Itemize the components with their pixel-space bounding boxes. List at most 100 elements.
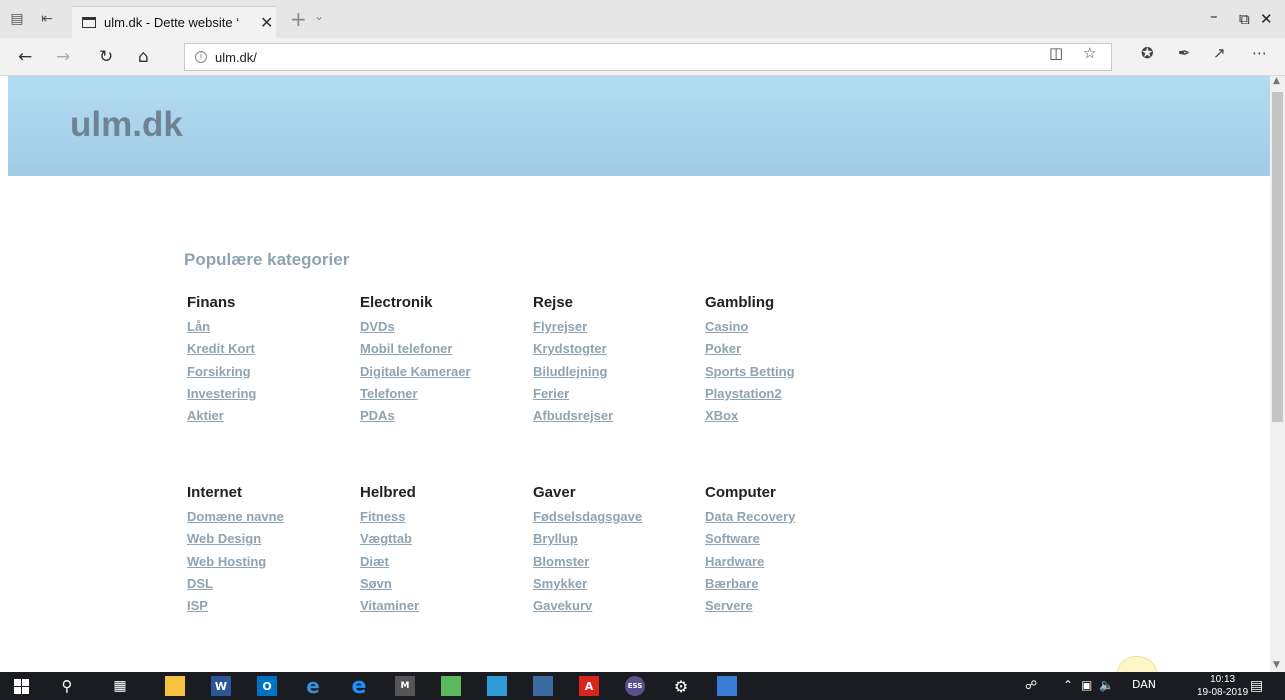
category-link[interactable]: Web Hosting [187,554,357,576]
new-tab-icon[interactable]: + [290,9,307,29]
category-link[interactable]: Krydstogter [533,341,703,363]
category-gaver: Gaver Fødselsdagsgave Bryllup Blomster S… [533,483,703,620]
category-link[interactable]: Ferier [533,386,703,408]
category-link[interactable]: Biludlejning [533,364,703,386]
category-gambling: Gambling Casino Poker Sports Betting Pla… [705,293,875,430]
tab-list-chevron-icon[interactable]: ⌄ [314,9,324,23]
back-icon[interactable]: ← [18,47,32,67]
app-icon-3[interactable] [487,676,507,696]
app-icon-6[interactable] [717,676,737,696]
category-link[interactable]: Afbudsrejser [533,408,703,430]
edge-icon[interactable]: e [349,674,369,699]
category-link[interactable]: Gavekurv [533,598,703,620]
category-link[interactable]: Søvn [360,576,530,598]
category-heading: Finans [187,294,236,311]
category-link[interactable]: Fitness [360,509,530,531]
category-link[interactable]: Sports Betting [705,364,875,386]
page-icon [82,17,96,28]
windows-taskbar: ⚲ ▦ W O e e M A ESS ⚙ ☍ ⌃ ▣ 🔈 DAN 10:13 … [0,672,1285,700]
category-link[interactable]: Kredit Kort [187,341,357,363]
category-link[interactable]: XBox [705,408,875,430]
favorite-star-icon[interactable]: ☆ [1083,44,1096,62]
category-link[interactable]: PDAs [360,408,530,430]
category-link[interactable]: Telefoner [360,386,530,408]
category-heading: Internet [187,484,243,501]
vertical-scrollbar[interactable]: ▲ ▼ [1270,76,1285,672]
close-window-icon[interactable]: ✕ [1260,10,1273,28]
browser-tab-bar: ▤ ⇤ ulm.dk - Dette website ‘ ✕ + ⌄ – ⧉ ✕ [0,0,1285,38]
category-internet: Internet Domæne navne Web Design Web Hos… [187,483,357,620]
tab-preview-icon[interactable]: ▤ [6,8,28,30]
more-menu-icon[interactable]: ⋯ [1252,44,1267,62]
forward-icon[interactable]: → [56,47,70,67]
category-link[interactable]: Casino [705,319,875,341]
search-icon[interactable]: ⚲ [57,676,77,696]
category-link[interactable]: Software [705,531,875,553]
internet-explorer-icon[interactable]: e [303,674,323,698]
category-link[interactable]: Blomster [533,554,703,576]
restore-icon[interactable]: ⧉ [1239,10,1250,28]
action-center-icon[interactable]: ▤ [1250,678,1263,694]
notes-pen-icon[interactable]: ✒ [1178,44,1191,62]
category-link[interactable]: Bryllup [533,531,703,553]
category-heading: Gambling [705,294,775,311]
category-link[interactable]: Hardware [705,554,875,576]
category-link[interactable]: Playstation2 [705,386,875,408]
scroll-thumb[interactable] [1272,92,1283,422]
file-explorer-icon[interactable] [165,676,185,696]
minimize-icon[interactable]: – [1210,7,1218,25]
category-link[interactable]: Flyrejser [533,319,703,341]
category-link[interactable]: Domæne navne [187,509,357,531]
set-aside-tabs-icon[interactable]: ⇤ [36,8,58,30]
browser-tab[interactable]: ulm.dk - Dette website ‘ ✕ [72,6,276,38]
language-indicator[interactable]: DAN [1132,678,1156,691]
category-rejse: Rejse Flyrejser Krydstogter Biludlejning… [533,293,703,430]
category-link[interactable]: Diæt [360,554,530,576]
category-link[interactable]: ISP [187,598,357,620]
category-link[interactable]: Smykker [533,576,703,598]
close-tab-icon[interactable]: ✕ [260,13,273,32]
word-icon[interactable]: W [211,676,231,696]
category-link[interactable]: Investering [187,386,357,408]
category-link[interactable]: DVDs [360,319,530,341]
app-icon-2[interactable] [441,676,461,696]
app-icon-5[interactable]: ESS [625,676,645,696]
category-link[interactable]: Fødselsdagsgave [533,509,703,531]
category-link[interactable]: Servere [705,598,875,620]
category-link[interactable]: Aktier [187,408,357,430]
home-icon[interactable]: ⌂ [138,47,149,67]
acrobat-icon[interactable]: A [579,676,599,696]
category-link[interactable]: Mobil telefoner [360,341,530,363]
category-finans: Finans Lån Kredit Kort Forsikring Invest… [187,293,357,430]
scroll-down-arrow-icon[interactable]: ▼ [1273,660,1280,670]
scroll-up-arrow-icon[interactable]: ▲ [1273,76,1280,86]
volume-icon[interactable]: 🔈 [1099,678,1114,692]
settings-gear-icon[interactable]: ⚙ [671,676,691,696]
outlook-icon[interactable]: O [257,676,277,696]
category-link[interactable]: Poker [705,341,875,363]
site-info-icon[interactable]: i [195,51,207,63]
start-windows-icon[interactable] [11,676,31,696]
clock[interactable]: 10:13 19-08-2019 [1197,673,1248,699]
category-link[interactable]: Vitaminer [360,598,530,620]
address-bar[interactable]: i ulm.dk/ [184,43,1112,71]
app-icon-4[interactable] [533,676,553,696]
category-link[interactable]: Lån [187,319,357,341]
refresh-icon[interactable]: ↻ [99,47,113,67]
category-link[interactable]: Data Recovery [705,509,875,531]
share-icon[interactable]: ↗ [1213,44,1226,62]
app-icon-1[interactable]: M [395,676,415,696]
task-view-icon[interactable]: ▦ [110,676,130,696]
category-link[interactable]: Vægttab [360,531,530,553]
network-icon[interactable]: ▣ [1081,678,1092,692]
category-link[interactable]: Digitale Kameraer [360,364,530,386]
favorites-hub-icon[interactable]: ✪ [1141,44,1154,62]
show-hidden-icons-chevron-icon[interactable]: ⌃ [1063,678,1073,692]
reading-view-icon[interactable]: ◫ [1049,44,1063,62]
category-link[interactable]: Bærbare [705,576,875,598]
category-link[interactable]: DSL [187,576,357,598]
people-icon[interactable]: ☍ [1025,678,1037,692]
category-link[interactable]: Web Design [187,531,357,553]
category-link[interactable]: Forsikring [187,364,357,386]
category-computer: Computer Data Recovery Software Hardware… [705,483,875,620]
